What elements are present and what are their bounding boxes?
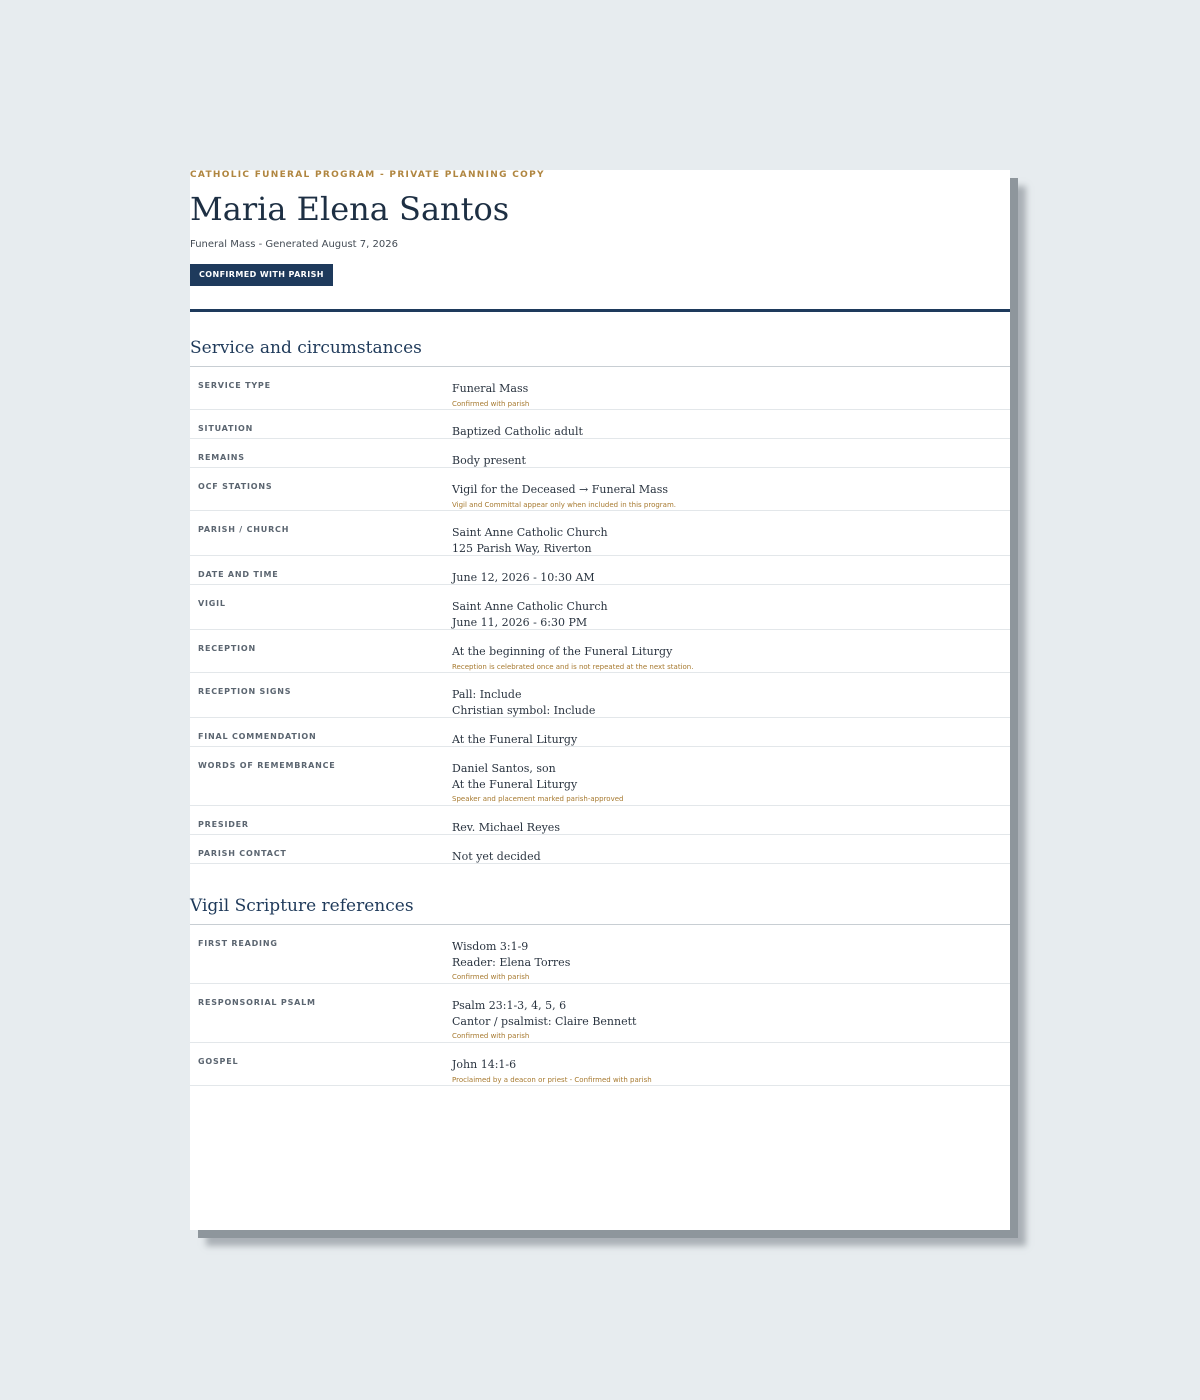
- row-values: Funeral Mass Confirmed with parish: [452, 381, 529, 411]
- row-note: Confirmed with parish: [452, 1032, 530, 1040]
- row-value: June 12, 2026 - 10:30 AM: [452, 571, 595, 584]
- row-note: Reception is celebrated once and is not …: [452, 662, 694, 671]
- row-value: At the Funeral Liturgy: [452, 777, 578, 791]
- row-value: Pall: Include: [452, 688, 522, 701]
- row-values: Saint Anne Catholic Church June 11, 2026 …: [452, 599, 608, 630]
- row-value: Vigil for the Deceased → Funeral Mass: [452, 483, 669, 496]
- row-label: SERVICE TYPE: [198, 381, 271, 390]
- table-row: SITUATION Baptized Catholic adult: [190, 410, 1010, 439]
- section-title-scripture: Vigil Scripture references: [190, 896, 414, 916]
- section-title-service: Service and circumstances: [190, 338, 422, 358]
- row-label: PARISH / CHURCH: [198, 525, 290, 534]
- table-row: DATE AND TIME June 12, 2026 - 10:30 AM: [190, 556, 1010, 585]
- generated-line: Funeral Mass - Generated August 7, 2026: [190, 239, 398, 250]
- row-value: At the Funeral Liturgy: [452, 733, 578, 746]
- table-row: VIGIL Saint Anne Catholic Church June 11, …: [190, 585, 1010, 630]
- table-row: PARISH / CHURCH Saint Anne Catholic Churc…: [190, 511, 1010, 556]
- table-row: RESPONSORIAL PSALM Psalm 23:1-3, 4, 5, 6 C…: [190, 984, 1010, 1043]
- row-values: Pall: Include Christian symbol: Include: [452, 687, 595, 718]
- row-values: Baptized Catholic adult: [452, 424, 583, 440]
- row-value: At the beginning of the Funeral Liturgy: [452, 645, 673, 658]
- row-note: Confirmed with parish: [452, 973, 530, 981]
- table-row: GOSPEL John 14:1-6 Proclaimed by a deacon …: [190, 1043, 1010, 1086]
- row-value: 125 Parish Way, Riverton: [452, 541, 592, 555]
- row-value: Not yet decided: [452, 850, 541, 863]
- table-row: WORDS OF REMEMBRANCE Daniel Santos, son At…: [190, 747, 1010, 806]
- row-values: At the beginning of the Funeral Liturgy R…: [452, 644, 693, 674]
- row-value: Saint Anne Catholic Church: [452, 600, 608, 613]
- row-label: RESPONSORIAL PSALM: [198, 998, 316, 1007]
- row-value: Wisdom 3:1-9: [452, 940, 529, 953]
- table-row: OCF STATIONS Vigil for the Deceased → Fun…: [190, 468, 1010, 511]
- document-eyebrow: CATHOLIC FUNERAL PROGRAM - PRIVATE PLANN…: [190, 170, 545, 180]
- row-values: Daniel Santos, son At the Funeral Liturgy…: [452, 761, 623, 806]
- row-label: PARISH CONTACT: [198, 849, 287, 858]
- row-label: REMAINS: [198, 453, 245, 462]
- table-row: REMAINS Body present: [190, 439, 1010, 468]
- row-values: June 12, 2026 - 10:30 AM: [452, 570, 595, 586]
- row-value: Cantor / psalmist: Claire Bennett: [452, 1014, 637, 1028]
- row-values: John 14:1-6 Proclaimed by a deacon or pri…: [452, 1057, 652, 1087]
- table-row: RECEPTION At the beginning of the Funeral…: [190, 630, 1010, 673]
- row-note: Speaker and placement marked parish-appr…: [452, 795, 624, 803]
- row-value: Daniel Santos, son: [452, 762, 556, 775]
- row-value: Psalm 23:1-3, 4, 5, 6: [452, 999, 567, 1012]
- program-page: CATHOLIC FUNERAL PROGRAM - PRIVATE PLANN…: [190, 170, 1010, 1230]
- table-row: FINAL COMMENDATION At the Funeral Liturgy: [190, 718, 1010, 747]
- row-value: John 14:1-6: [452, 1058, 517, 1071]
- service-table: SERVICE TYPE Funeral Mass Confirmed with p…: [190, 367, 1010, 864]
- row-label: OCF STATIONS: [198, 482, 273, 491]
- deceased-name: Maria Elena Santos: [190, 190, 510, 228]
- row-label: SITUATION: [198, 424, 254, 433]
- row-values: Wisdom 3:1-9 Reader: Elena Torres Confirme…: [452, 939, 570, 984]
- row-note: Confirmed with parish: [452, 399, 530, 408]
- row-label: VIGIL: [198, 599, 226, 608]
- row-value: Reader: Elena Torres: [452, 955, 571, 969]
- row-values: Not yet decided: [452, 849, 541, 865]
- row-value: Saint Anne Catholic Church: [452, 526, 608, 539]
- row-value: Funeral Mass: [452, 382, 529, 395]
- table-row: RECEPTION SIGNS Pall: Include Christian sy…: [190, 673, 1010, 718]
- row-label: FINAL COMMENDATION: [198, 732, 317, 741]
- row-value: June 11, 2026 - 6:30 PM: [452, 615, 588, 629]
- row-value: Body present: [452, 454, 526, 467]
- row-value: Christian symbol: Include: [452, 703, 596, 717]
- row-values: Body present: [452, 453, 526, 469]
- row-values: Vigil for the Deceased → Funeral Mass Vig…: [452, 482, 676, 512]
- row-label: PRESIDER: [198, 820, 249, 829]
- scripture-table: FIRST READING Wisdom 3:1-9 Reader: Elena T…: [190, 925, 1010, 1086]
- row-values: Rev. Michael Reyes: [452, 820, 560, 836]
- row-values: Psalm 23:1-3, 4, 5, 6 Cantor / psalmist: …: [452, 998, 636, 1043]
- row-values: Saint Anne Catholic Church 125 Parish Way…: [452, 525, 608, 556]
- row-label: RECEPTION SIGNS: [198, 687, 292, 696]
- row-value: Rev. Michael Reyes: [452, 821, 560, 834]
- row-label: RECEPTION: [198, 644, 256, 653]
- row-value: Baptized Catholic adult: [452, 425, 583, 438]
- table-row: SERVICE TYPE Funeral Mass Confirmed with p…: [190, 367, 1010, 410]
- row-label: FIRST READING: [198, 939, 278, 948]
- row-label: GOSPEL: [198, 1057, 239, 1066]
- row-note: Proclaimed by a deacon or priest - Confi…: [452, 1075, 652, 1084]
- status-badge: CONFIRMED WITH PARISH: [190, 264, 333, 286]
- row-values: At the Funeral Liturgy: [452, 732, 577, 748]
- table-row: PARISH CONTACT Not yet decided: [190, 835, 1010, 864]
- table-row: FIRST READING Wisdom 3:1-9 Reader: Elena T…: [190, 925, 1010, 984]
- table-row: PRESIDER Rev. Michael Reyes: [190, 806, 1010, 835]
- header-divider: [190, 309, 1010, 312]
- row-label: WORDS OF REMEMBRANCE: [198, 761, 336, 770]
- row-note: Vigil and Committal appear only when inc…: [452, 500, 677, 509]
- row-label: DATE AND TIME: [198, 570, 279, 579]
